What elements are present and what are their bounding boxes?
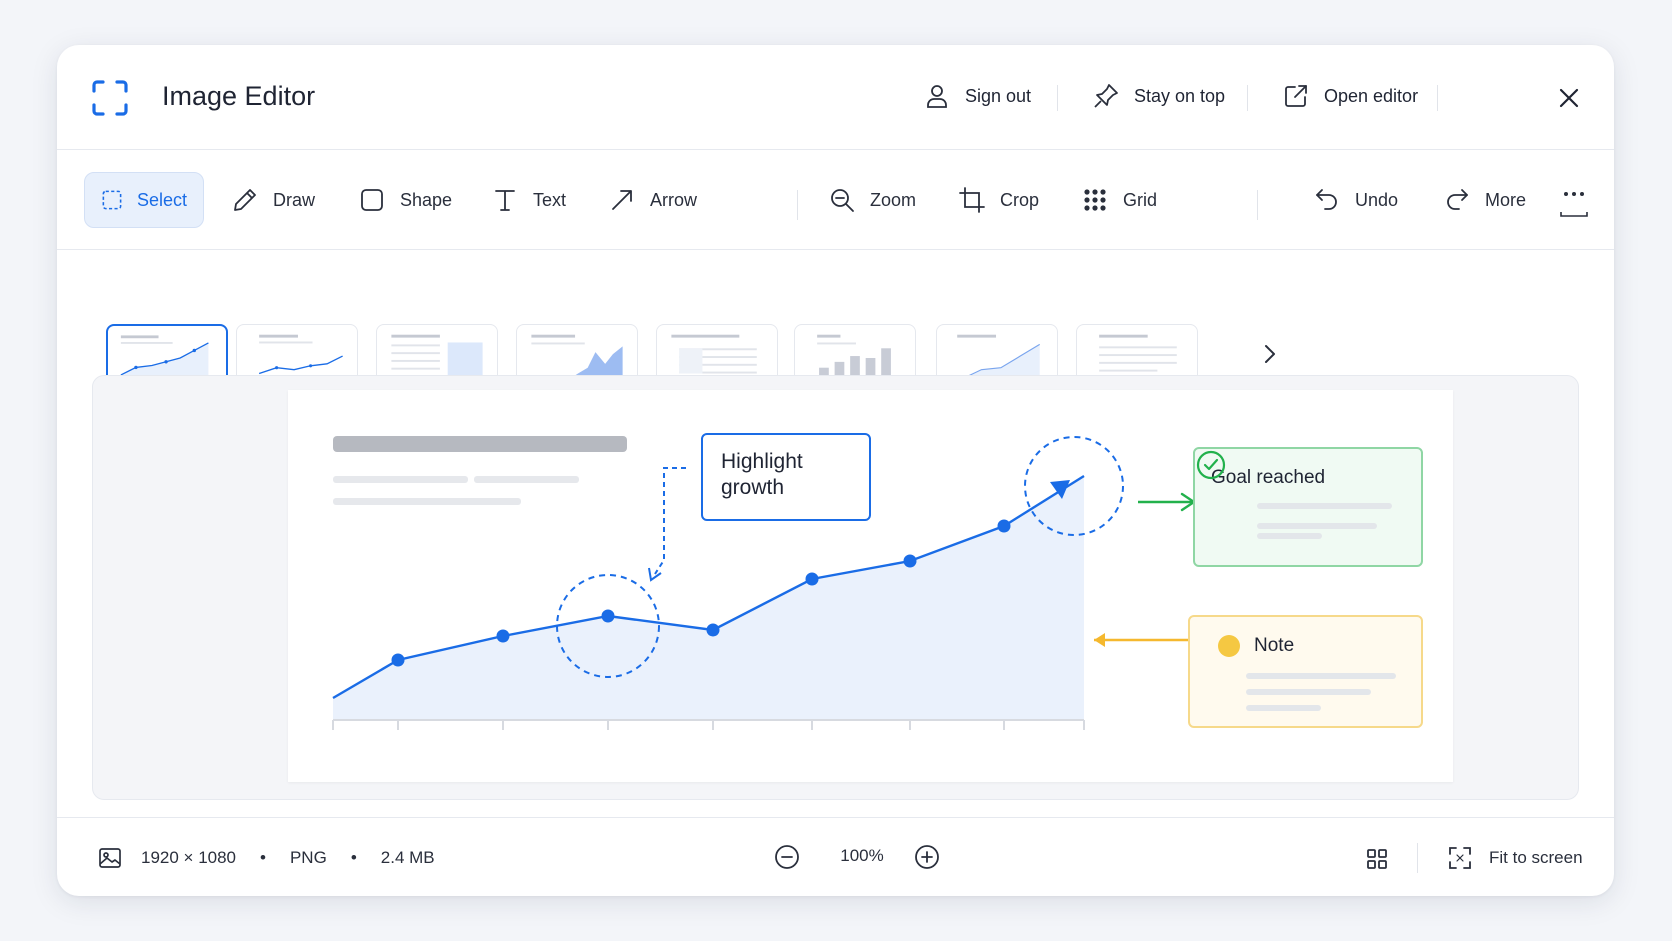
stay-on-top-label: Stay on top [1134, 85, 1226, 106]
tool-label: Zoom [870, 189, 917, 210]
placeholder-text [1257, 503, 1392, 509]
tool-label: Draw [273, 189, 316, 210]
open-editor-label: Open editor [1324, 85, 1419, 106]
check-circle-icon [1196, 450, 1226, 480]
fit-screen-icon [1449, 847, 1471, 869]
callout-connector [654, 467, 686, 575]
layout-grid-icon[interactable] [1365, 847, 1389, 871]
text-icon [495, 190, 515, 211]
tool-label: More [1485, 189, 1527, 210]
redo-icon [1447, 189, 1468, 210]
placeholder-text [333, 476, 468, 483]
placeholder-text [333, 498, 521, 505]
chart-point [496, 629, 510, 643]
fit-to-screen-label: Fit to screen [1489, 848, 1583, 867]
tool-select[interactable]: Select [84, 172, 204, 228]
image-info: 1920 × 1080 • PNG • 2.4 MB [97, 845, 435, 871]
yellow-dot-icon [1218, 635, 1240, 657]
placeholder-text [474, 476, 579, 483]
divider [1437, 85, 1438, 111]
select-icon [102, 190, 122, 210]
tool-shape[interactable]: Shape [342, 172, 468, 228]
placeholder-text [1246, 673, 1396, 679]
divider [1257, 190, 1258, 220]
tool-zoom[interactable]: Zoom [812, 172, 932, 228]
zoom-icon [831, 189, 854, 212]
goal-card-title: Goal reached [1211, 467, 1326, 488]
pencil-icon [234, 189, 256, 211]
goal-card[interactable]: Goal reached [1193, 447, 1423, 567]
chart-point [903, 554, 917, 568]
title-bar: Image Editor Sign out Stay on top Open e… [57, 45, 1614, 150]
highlight-callout[interactable]: Highlight growth [701, 433, 871, 521]
tool-label: Text [533, 189, 567, 210]
tool-bar: Select Draw Shape Text Arrow Zoom Crop G… [57, 150, 1614, 250]
tool-text[interactable]: Text [475, 172, 582, 228]
placeholder-text [1246, 689, 1371, 695]
image-format: PNG [289, 848, 327, 867]
separator-dot: • [350, 848, 357, 867]
tool-label: Crop [1000, 189, 1040, 210]
tool-label: Grid [1123, 189, 1158, 210]
note-arrowhead [1094, 633, 1105, 647]
tool-arrow[interactable]: Arrow [592, 172, 713, 228]
image-size: 2.4 MB [380, 848, 435, 867]
status-bar: 1920 × 1080 • PNG • 2.4 MB 100% Fit to s… [57, 817, 1614, 896]
tool-grid[interactable]: Grid [1065, 172, 1173, 228]
chart-point [391, 653, 405, 667]
divider [797, 190, 798, 220]
grid-icon [1084, 189, 1106, 211]
chart-point [706, 623, 720, 637]
x-axis [332, 719, 1085, 730]
sign-out-label: Sign out [965, 85, 1032, 106]
placeholder-text [1257, 523, 1377, 529]
note-card-title: Note [1254, 635, 1295, 656]
document-preview: Highlight growth Goal reached Note [288, 390, 1453, 782]
arrow-icon [612, 190, 632, 210]
placeholder-text [1257, 533, 1322, 539]
image-icon [99, 848, 121, 868]
open-editor-button[interactable]: Open editor [1282, 77, 1418, 115]
tool-label: Undo [1355, 189, 1399, 210]
tool-label: Arrow [650, 189, 698, 210]
user-icon [927, 85, 947, 108]
close-icon[interactable] [1554, 83, 1584, 113]
canvas-area[interactable]: Highlight growth Goal reached Note [92, 375, 1579, 800]
image-dimensions: 1920 × 1080 [141, 848, 237, 867]
chart-point [601, 609, 615, 623]
divider [1247, 85, 1248, 111]
sign-out-button[interactable]: Sign out [923, 77, 1031, 115]
tool-draw[interactable]: Draw [215, 172, 331, 228]
tool-label: Shape [400, 189, 453, 210]
zoom-out-icon[interactable] [773, 843, 801, 871]
select-frame-icon [92, 80, 128, 116]
shape-icon [361, 189, 383, 211]
chevron-right-icon[interactable] [1256, 340, 1284, 368]
app-title: Image Editor [162, 81, 316, 111]
crop-icon [959, 187, 985, 213]
chart-point [805, 572, 819, 586]
overflow-menu-icon[interactable] [1557, 184, 1591, 222]
tool-undo[interactable]: Undo [1297, 172, 1414, 228]
placeholder-text [1246, 705, 1321, 711]
tool-label: Select [136, 189, 187, 210]
tool-crop[interactable]: Crop [942, 172, 1055, 228]
placeholder-title [333, 436, 627, 452]
chart-point [997, 519, 1011, 533]
divider [1057, 85, 1058, 111]
stay-on-top-button[interactable]: Stay on top [1092, 77, 1225, 115]
zoom-in-icon[interactable] [913, 843, 941, 871]
separator-dot: • [260, 848, 266, 867]
tool-more[interactable]: More [1427, 172, 1542, 228]
image-editor-window: Image Editor Sign out Stay on top Open e… [57, 45, 1614, 896]
note-card[interactable]: Note [1188, 615, 1423, 728]
pin-icon [1094, 84, 1118, 108]
fit-to-screen-button[interactable]: Fit to screen [1447, 845, 1583, 871]
external-link-icon [1285, 85, 1307, 107]
thumbnail-strip [57, 250, 1614, 392]
undo-icon [1316, 189, 1337, 210]
divider [1417, 843, 1418, 873]
zoom-level[interactable]: 100% [817, 832, 907, 880]
